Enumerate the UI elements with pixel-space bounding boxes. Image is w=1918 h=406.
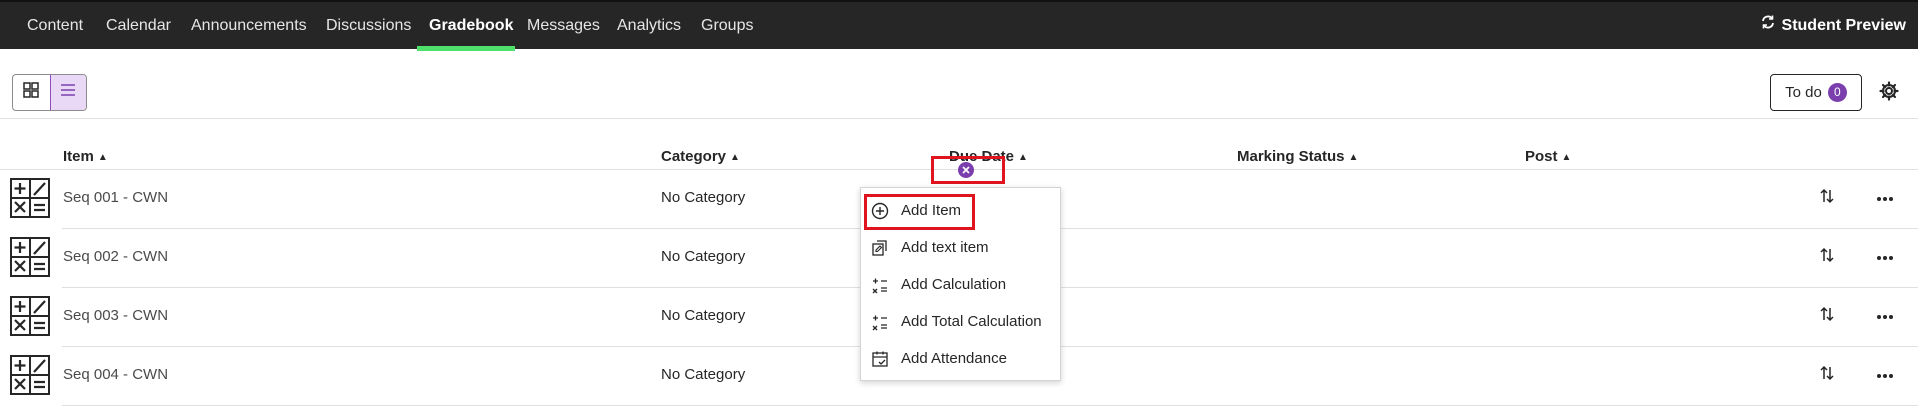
ellipsis-icon	[1876, 307, 1894, 325]
list-icon	[60, 83, 76, 102]
tab-analytics[interactable]: Analytics	[617, 2, 681, 49]
sort-icon: ▲︎	[97, 152, 108, 163]
settings-button[interactable]	[1876, 80, 1902, 106]
column-header-post-label: Post	[1525, 148, 1558, 165]
total-calculation-icon	[871, 313, 889, 331]
more-options-button[interactable]	[1872, 364, 1898, 386]
more-options-button[interactable]	[1872, 305, 1898, 327]
student-preview-button[interactable]: Student Preview	[1760, 2, 1906, 49]
item-name-link[interactable]: Seq 003 - CWN	[63, 307, 168, 324]
item-name-link[interactable]: Seq 001 - CWN	[63, 189, 168, 206]
more-options-button[interactable]	[1872, 246, 1898, 268]
calculation-icon	[871, 276, 889, 294]
tab-messages[interactable]: Messages	[527, 2, 600, 49]
item-category: No Category	[661, 248, 746, 265]
menu-item-add-attendance[interactable]: Add Attendance	[861, 340, 1060, 377]
ellipsis-icon	[1876, 366, 1894, 384]
text-item-icon	[871, 239, 889, 257]
reorder-arrows-icon	[1818, 188, 1836, 209]
tab-content[interactable]: Content	[27, 2, 83, 49]
menu-item-add-text-item[interactable]: Add text item	[861, 229, 1060, 266]
grid-view-button[interactable]	[13, 75, 50, 110]
sort-icon: ▲	[1561, 152, 1572, 163]
column-header-marking-status[interactable]: Marking Status ▲	[1237, 148, 1358, 165]
menu-item-add-item[interactable]: Add Item	[861, 192, 1060, 229]
student-preview-label: Student Preview	[1781, 17, 1906, 34]
column-header-post[interactable]: Post ▲	[1525, 148, 1571, 165]
calculation-item-icon	[10, 178, 50, 218]
item-name-link[interactable]: Seq 002 - CWN	[63, 248, 168, 265]
refresh-icon	[1760, 2, 1776, 49]
grid-icon	[23, 82, 39, 103]
view-toggle	[12, 74, 87, 111]
course-nav-bar: Content Calendar Announcements Discussio…	[0, 0, 1918, 51]
sort-icon: ▲	[1018, 152, 1028, 163]
reorder-button[interactable]	[1818, 246, 1840, 268]
menu-item-add-calculation[interactable]: Add Calculation	[861, 266, 1060, 303]
column-header-marking-status-label: Marking Status	[1237, 148, 1345, 165]
gradebook-toolbar: To do 0	[0, 49, 1918, 119]
tab-gradebook[interactable]: Gradebook	[429, 2, 513, 49]
column-header-due-date-label: Due Date	[949, 148, 1015, 165]
column-header-item[interactable]: Item ▲︎	[63, 148, 108, 165]
reorder-button[interactable]	[1818, 364, 1840, 386]
sort-icon: ▲	[1348, 152, 1359, 163]
reorder-button[interactable]	[1818, 187, 1840, 209]
reorder-arrows-icon	[1818, 365, 1836, 386]
reorder-arrows-icon	[1818, 247, 1836, 268]
menu-item-label: Add Attendance	[901, 350, 1007, 367]
item-category: No Category	[661, 189, 746, 206]
gear-icon	[1879, 80, 1899, 106]
reorder-arrows-icon	[1818, 306, 1836, 327]
todo-label: To do	[1785, 84, 1822, 101]
item-category: No Category	[661, 307, 746, 324]
todo-count-badge: 0	[1827, 83, 1847, 102]
menu-item-label: Add Calculation	[901, 276, 1007, 293]
list-view-button[interactable]	[49, 75, 86, 110]
tab-announcements[interactable]: Announcements	[191, 2, 307, 49]
add-menu: Add Item Add text item Add Calculation A…	[860, 187, 1061, 381]
item-name-link[interactable]: Seq 004 - CWN	[63, 366, 168, 383]
tab-calendar[interactable]: Calendar	[106, 2, 171, 49]
ellipsis-icon	[1876, 248, 1894, 266]
menu-item-add-total-calculation[interactable]: Add Total Calculation	[861, 303, 1060, 340]
menu-item-label: Add text item	[901, 239, 989, 256]
add-item-toggle-button[interactable]	[958, 162, 974, 178]
calculation-item-icon	[10, 355, 50, 395]
menu-item-label: Add Item	[901, 202, 962, 219]
attendance-icon	[871, 350, 889, 368]
todo-button[interactable]: To do 0	[1770, 74, 1862, 111]
calculation-item-icon	[10, 237, 50, 277]
column-header-category[interactable]: Category ▲	[661, 148, 740, 165]
column-header-category-label: Category	[661, 148, 727, 165]
close-icon	[962, 161, 970, 179]
more-options-button[interactable]	[1872, 187, 1898, 209]
plus-circle-icon	[871, 202, 889, 220]
calculation-item-icon	[10, 296, 50, 336]
ellipsis-icon	[1876, 189, 1894, 207]
menu-item-label: Add Total Calculation	[901, 313, 1042, 330]
reorder-button[interactable]	[1818, 305, 1840, 327]
column-header-item-label: Item	[63, 148, 94, 165]
item-category: No Category	[661, 366, 746, 383]
sort-icon: ▲	[730, 152, 740, 163]
tab-discussions[interactable]: Discussions	[326, 2, 411, 49]
tab-groups[interactable]: Groups	[701, 2, 753, 49]
